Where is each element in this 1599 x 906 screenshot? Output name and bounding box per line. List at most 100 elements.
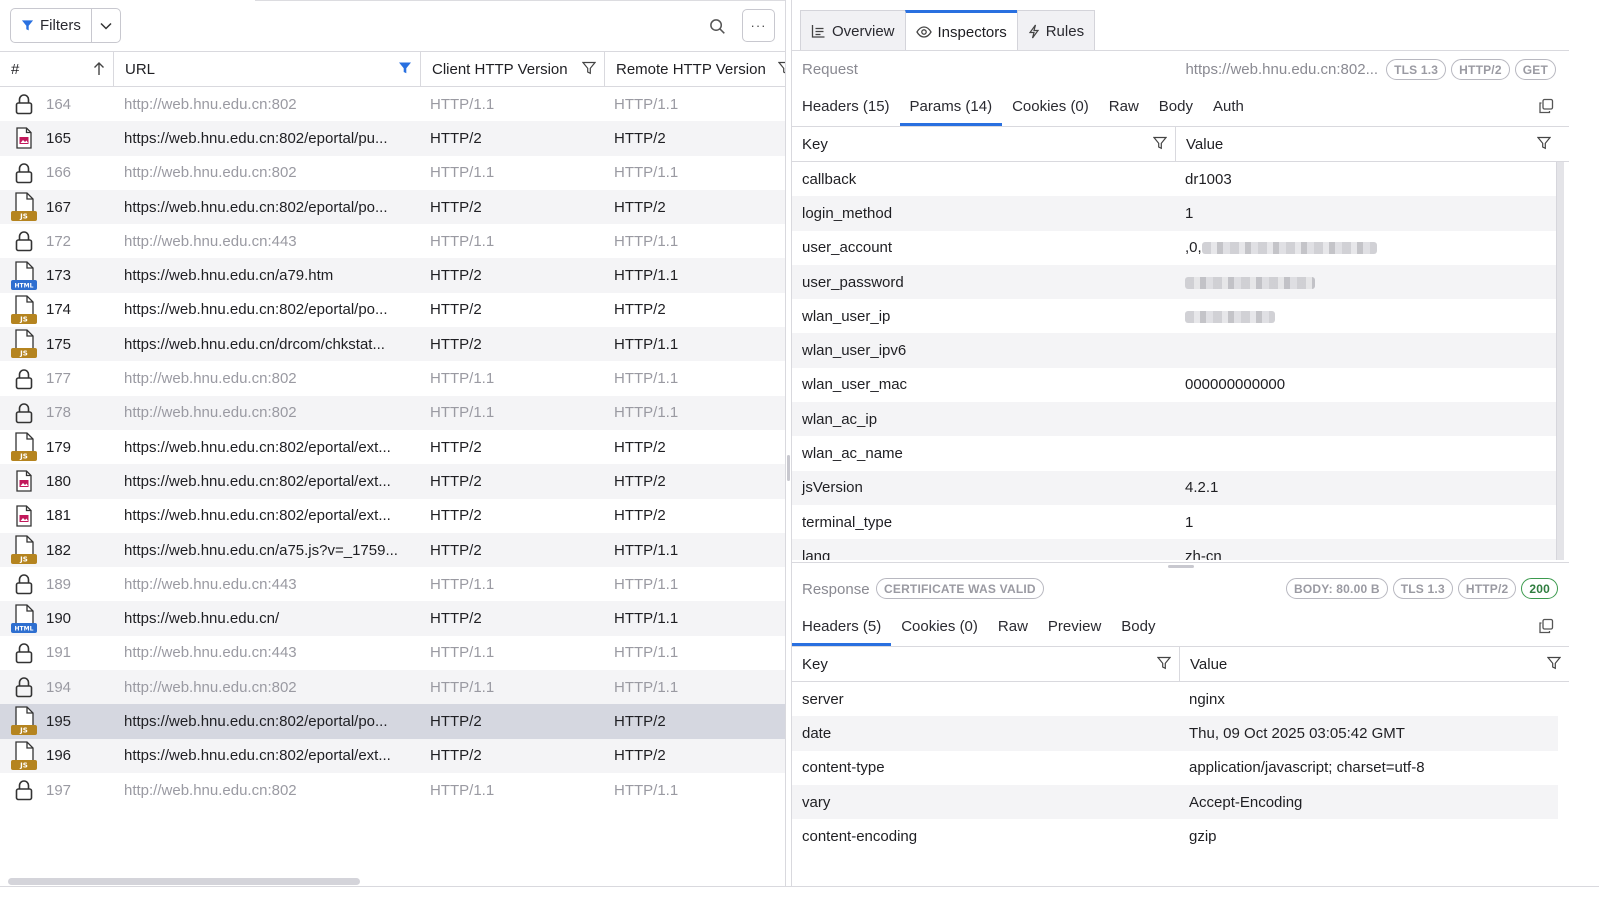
table-row[interactable]: JS 196 https://web.hnu.edu.cn:802/eportal/… — [0, 738, 785, 773]
kv-row[interactable]: server nginx — [792, 682, 1558, 716]
column-header-number[interactable]: # — [0, 52, 114, 86]
row-number: 167 — [46, 198, 72, 216]
splitter-grip[interactable] — [787, 455, 790, 481]
subtab-body[interactable]: Body — [1111, 610, 1165, 646]
filters-dropdown[interactable] — [92, 9, 120, 42]
table-row[interactable]: 181 https://web.hnu.edu.cn:802/eportal/ex… — [0, 499, 785, 533]
row-url: https://web.hnu.edu.cn/drcom/chkstat... — [124, 335, 385, 353]
copy-response-button[interactable] — [1538, 618, 1554, 638]
table-row[interactable]: JS 195 https://web.hnu.edu.cn:802/eportal/… — [0, 704, 785, 739]
response-key-column[interactable]: Key — [792, 647, 1180, 681]
filter-icon[interactable] — [1157, 656, 1171, 670]
copy-request-button[interactable] — [1538, 98, 1554, 118]
subtab-cookies[interactable]: Cookies (0) — [891, 610, 988, 646]
param-value: ,0, — [1176, 239, 1377, 256]
row-url: https://web.hnu.edu.cn/a75.js?v=_1759... — [124, 541, 398, 559]
kv-row[interactable]: wlan_ac_ip — [792, 402, 1558, 437]
table-row[interactable]: 177 http://web.hnu.edu.cn:802 HTTP/1.1 HTTP… — [0, 361, 785, 395]
param-value — [1176, 308, 1275, 325]
kv-row[interactable]: content-type application/javascript; char… — [792, 751, 1558, 785]
filters-button[interactable]: Filters — [10, 8, 121, 43]
splitter-grip[interactable] — [1168, 565, 1194, 568]
filter-icon[interactable] — [778, 61, 786, 75]
table-row[interactable]: JS 175 https://web.hnu.edu.cn/drcom/chksta… — [0, 327, 785, 362]
request-section-title: Request — [802, 61, 858, 78]
table-row[interactable]: 178 http://web.hnu.edu.cn:802 HTTP/1.1 HTTP… — [0, 395, 785, 430]
filter-icon[interactable] — [1153, 136, 1167, 150]
kv-row[interactable]: content-encoding gzip — [792, 819, 1558, 853]
subtab-raw[interactable]: Raw — [1099, 90, 1149, 126]
filters-main-button[interactable]: Filters — [11, 9, 92, 42]
kv-row[interactable]: lang zh-cn — [792, 539, 1558, 560]
filter-icon[interactable] — [1537, 136, 1551, 150]
lock-icon — [15, 368, 33, 389]
filter-icon[interactable] — [582, 61, 596, 75]
param-key: content-encoding — [802, 827, 918, 845]
tab-overview[interactable]: Overview — [800, 10, 906, 51]
table-row[interactable]: HTML 173 https://web.hnu.edu.cn/a79.htm HTT… — [0, 258, 785, 293]
subtab-params[interactable]: Params (14) — [899, 90, 1003, 126]
kv-row[interactable]: terminal_type 1 — [792, 505, 1558, 539]
search-button[interactable] — [702, 10, 732, 42]
subtab-raw[interactable]: Raw — [988, 610, 1038, 646]
row-url: http://web.hnu.edu.cn:802 — [124, 781, 297, 799]
kv-row[interactable]: jsVersion 4.2.1 — [792, 470, 1558, 505]
tab-rules[interactable]: Rules — [1016, 10, 1096, 51]
row-remote-http: HTTP/2 — [614, 472, 666, 490]
request-key-column[interactable]: Key — [792, 127, 1176, 161]
filter-icon[interactable] — [1547, 656, 1561, 670]
table-row[interactable]: 166 http://web.hnu.edu.cn:802 HTTP/1.1 HTTP… — [0, 156, 785, 190]
svg-text:JS: JS — [19, 761, 28, 769]
html-file-icon: HTML — [11, 603, 37, 633]
subtab-headers[interactable]: Headers (5) — [792, 610, 892, 646]
table-row[interactable]: 180 https://web.hnu.edu.cn:802/eportal/ex… — [0, 464, 785, 499]
column-header-client-http[interactable]: Client HTTP Version — [421, 52, 605, 86]
kv-row[interactable]: wlan_user_ipv6 — [792, 333, 1558, 368]
kv-row[interactable]: callback dr1003 — [792, 162, 1558, 196]
subtab-auth[interactable]: Auth — [1203, 90, 1254, 126]
table-row[interactable]: 191 http://web.hnu.edu.cn:443 HTTP/1.1 HTTP… — [0, 636, 785, 670]
column-header-remote-http[interactable]: Remote HTTP Version — [605, 52, 786, 86]
filter-active-icon[interactable] — [398, 61, 412, 75]
tab-inspectors[interactable]: Inspectors — [904, 10, 1018, 51]
table-row[interactable]: JS 174 https://web.hnu.edu.cn:802/eportal/… — [0, 293, 785, 327]
kv-row[interactable]: user_account ,0, — [792, 231, 1558, 265]
table-row[interactable]: 172 http://web.hnu.edu.cn:443 HTTP/1.1 HTTP… — [0, 224, 785, 258]
kv-row[interactable]: user_password — [792, 264, 1558, 300]
subtab-headers[interactable]: Headers (15) — [792, 90, 900, 126]
row-client-http: HTTP/1.1 — [430, 781, 495, 799]
kv-row[interactable]: wlan_user_ip — [792, 299, 1558, 333]
column-header-url[interactable]: URL — [114, 52, 421, 86]
kv-row[interactable]: vary Accept-Encoding — [792, 784, 1558, 820]
row-remote-http: HTTP/1.1 — [614, 644, 679, 662]
image-file-icon — [16, 505, 32, 527]
kv-row[interactable]: wlan_user_mac 000000000000 — [792, 368, 1558, 402]
subtab-cookies[interactable]: Cookies (0) — [1002, 90, 1099, 126]
kv-row[interactable]: login_method 1 — [792, 196, 1558, 231]
table-row[interactable]: 194 http://web.hnu.edu.cn:802 HTTP/1.1 HTTP… — [0, 670, 785, 705]
table-row[interactable]: 165 https://web.hnu.edu.cn:802/eportal/pu… — [0, 121, 785, 156]
request-value-column[interactable]: Value — [1176, 127, 1569, 161]
table-row[interactable]: 189 http://web.hnu.edu.cn:443 HTTP/1.1 HTTP… — [0, 567, 785, 601]
row-number: 195 — [46, 712, 72, 730]
table-row[interactable]: HTML 190 https://web.hnu.edu.cn/HTTP/2 HTTP… — [0, 601, 785, 636]
row-client-http: HTTP/1.1 — [430, 370, 495, 388]
more-options-button[interactable]: ··· — [742, 9, 775, 42]
request-vertical-scrollbar[interactable] — [1556, 162, 1564, 560]
table-row[interactable]: JS 179 https://web.hnu.edu.cn:802/eportal/… — [0, 430, 785, 464]
kv-row[interactable]: wlan_ac_name — [792, 436, 1558, 470]
row-client-http: HTTP/2 — [430, 267, 482, 285]
subtab-body[interactable]: Body — [1149, 90, 1203, 126]
response-value-column[interactable]: Value — [1180, 647, 1569, 681]
row-url: http://web.hnu.edu.cn:802 — [124, 404, 297, 422]
row-number: 197 — [46, 781, 72, 799]
table-row[interactable]: JS 182 https://web.hnu.edu.cn/a75.js?v=_17… — [0, 532, 785, 568]
table-row[interactable]: 164 http://web.hnu.edu.cn:802 HTTP/1.1 HTTP… — [0, 87, 785, 121]
kv-row[interactable]: date Thu, 09 Oct 2025 03:05:42 GMT — [792, 716, 1558, 751]
table-row[interactable]: JS 167 https://web.hnu.edu.cn:802/eportal/… — [0, 189, 785, 225]
sort-ascending-icon[interactable] — [93, 61, 105, 77]
horizontal-scrollbar[interactable] — [8, 878, 360, 885]
table-row[interactable]: 197 http://web.hnu.edu.cn:802 HTTP/1.1 HTTP… — [0, 773, 785, 807]
subtab-preview[interactable]: Preview — [1038, 610, 1111, 646]
param-key: wlan_ac_ip — [802, 410, 878, 428]
